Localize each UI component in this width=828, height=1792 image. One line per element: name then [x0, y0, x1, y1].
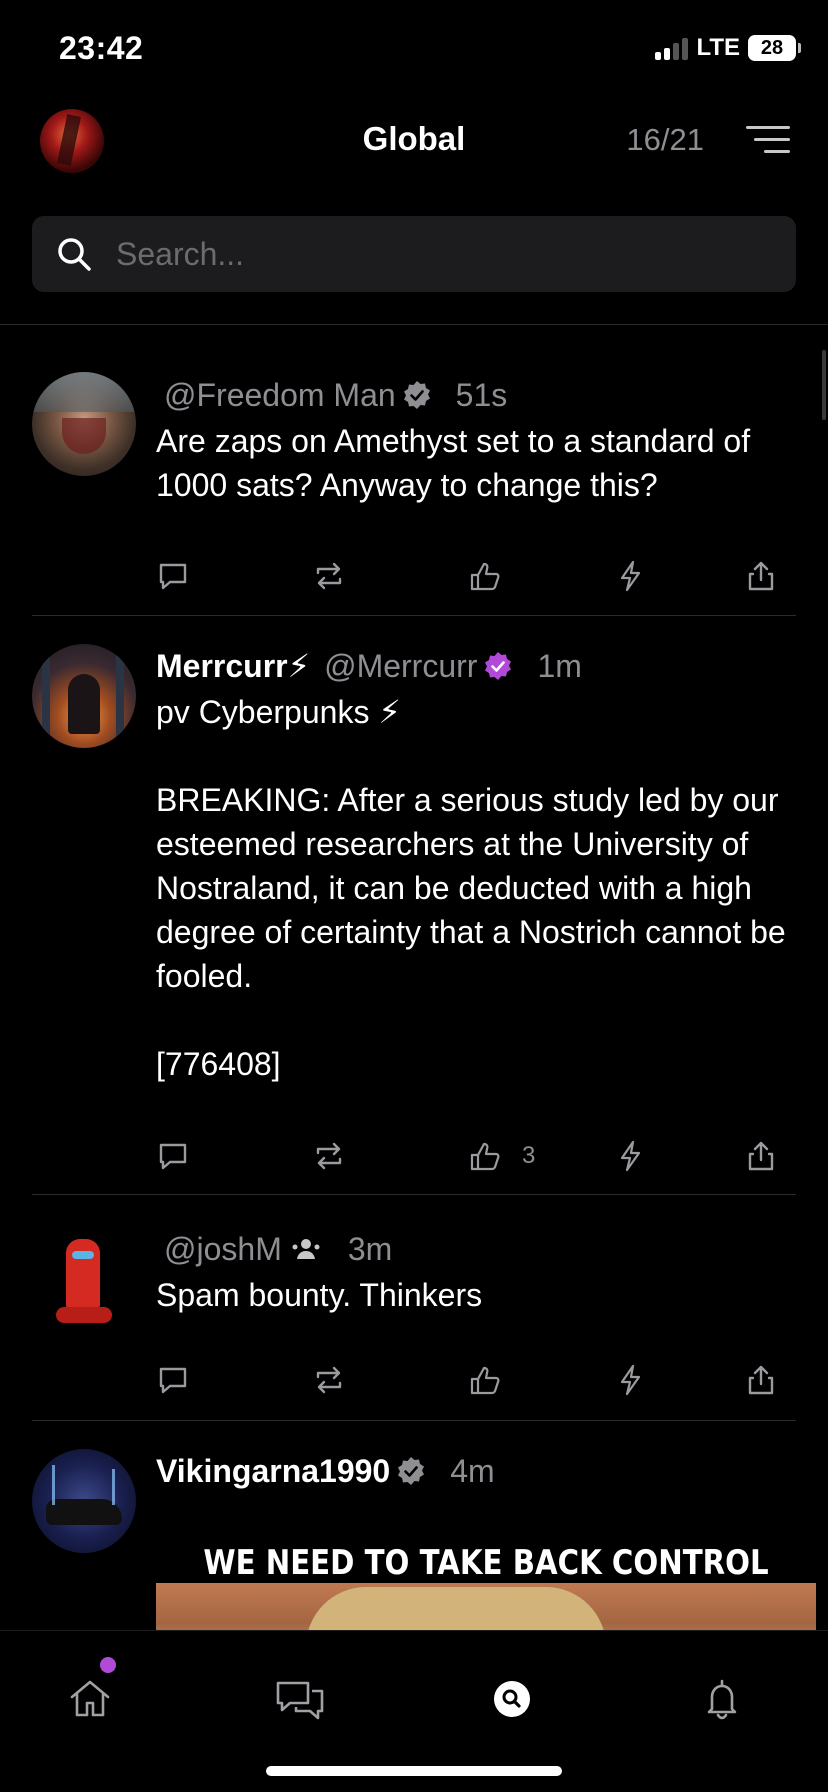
author-name[interactable]: Merrcurr⚡ — [156, 647, 310, 685]
boost-icon[interactable] — [312, 559, 346, 593]
like-icon[interactable] — [468, 1363, 502, 1397]
meme-caption: WE NEED TO TAKE BACK CONTROL — [203, 1543, 769, 1583]
home-indicator[interactable] — [266, 1766, 562, 1776]
like-icon[interactable] — [468, 559, 502, 593]
network-label: LTE — [696, 34, 740, 61]
avatar[interactable] — [32, 1449, 136, 1553]
share-icon[interactable] — [744, 1139, 778, 1173]
note-image[interactable]: WE NEED TO TAKE BACK CONTROL — [156, 1523, 816, 1630]
avatar[interactable] — [32, 1229, 136, 1333]
share-icon[interactable] — [744, 559, 778, 593]
note-actions: 3 — [156, 1127, 796, 1187]
reply-icon[interactable] — [156, 1139, 190, 1173]
follows-icon — [292, 1239, 320, 1259]
note-header: Vikingarna1990 4m — [156, 1447, 796, 1495]
note-card[interactable]: @joshM 3m Spam bounty. Thinkers — [32, 1195, 796, 1421]
verified-icon — [403, 381, 430, 409]
note-card[interactable]: Vikingarna1990 4m WE NEED TO TAKE BACK C… — [32, 1421, 816, 1630]
reply-icon[interactable] — [156, 559, 190, 593]
note-header: Merrcurr⚡ @Merrcurr 1m — [156, 642, 796, 690]
avatar[interactable] — [32, 644, 136, 748]
note-content: Are zaps on Amethyst set to a standard o… — [156, 423, 759, 503]
home-icon[interactable] — [66, 1675, 114, 1723]
author-handle[interactable]: @Freedom Man — [164, 377, 396, 414]
note-header: @Freedom Man 51s — [156, 371, 796, 419]
boost-icon[interactable] — [312, 1363, 346, 1397]
reply-icon[interactable] — [156, 1363, 190, 1397]
note-time: 1m — [537, 647, 582, 684]
like-count: 3 — [522, 1142, 536, 1169]
status-time: 23:42 — [59, 30, 144, 66]
share-icon[interactable] — [744, 1363, 778, 1397]
note-content: Spam bounty. Thinkers — [156, 1277, 483, 1313]
note-header: @joshM 3m — [156, 1225, 796, 1273]
menu-icon[interactable] — [746, 124, 790, 154]
zap-icon[interactable] — [614, 1139, 648, 1173]
author-name[interactable]: Vikingarna1990 — [156, 1453, 390, 1490]
author-handle[interactable]: @joshM — [164, 1231, 282, 1268]
notification-dot — [100, 1657, 116, 1673]
scrollbar[interactable] — [822, 350, 826, 420]
zap-icon[interactable] — [614, 1363, 648, 1397]
feed[interactable]: @Freedom Man 51s Are zaps on Amethyst se… — [0, 325, 828, 1630]
note-content: pv Cyberpunks ⚡ BREAKING: After a seriou… — [156, 694, 786, 1082]
meme-hat — [306, 1587, 606, 1630]
like-icon[interactable] — [468, 1139, 502, 1173]
battery-level: 28 — [760, 36, 784, 59]
header: Global 16/21 — [0, 100, 828, 180]
search-nav-icon[interactable] — [488, 1675, 536, 1723]
note-card[interactable]: @Freedom Man 51s Are zaps on Amethyst se… — [32, 325, 796, 616]
signal-icon — [655, 36, 689, 60]
battery-icon: 28 — [748, 35, 801, 61]
note-time: 51s — [455, 376, 508, 413]
bell-icon[interactable] — [698, 1675, 746, 1723]
relay-count[interactable]: 16/21 — [626, 122, 704, 158]
verified-icon — [485, 652, 512, 680]
note-card[interactable]: Merrcurr⚡ @Merrcurr 1m pv Cyberpunks ⚡ B… — [32, 616, 796, 1195]
messages-icon[interactable] — [274, 1675, 326, 1723]
status-indicators: LTE 28 — [655, 34, 801, 62]
verified-icon — [398, 1457, 425, 1485]
search-input[interactable] — [114, 234, 796, 274]
boost-icon[interactable] — [312, 1139, 346, 1173]
note-time: 3m — [347, 1230, 393, 1267]
avatar[interactable] — [32, 372, 136, 476]
note-time: 4m — [450, 1452, 495, 1489]
note-actions — [156, 1351, 796, 1411]
note-actions — [156, 547, 796, 607]
search-bar[interactable] — [32, 216, 796, 292]
author-handle[interactable]: @Merrcurr — [324, 648, 477, 685]
status-bar: 23:42 LTE 28 — [0, 0, 828, 100]
zap-icon[interactable] — [614, 559, 648, 593]
search-icon — [58, 238, 91, 271]
